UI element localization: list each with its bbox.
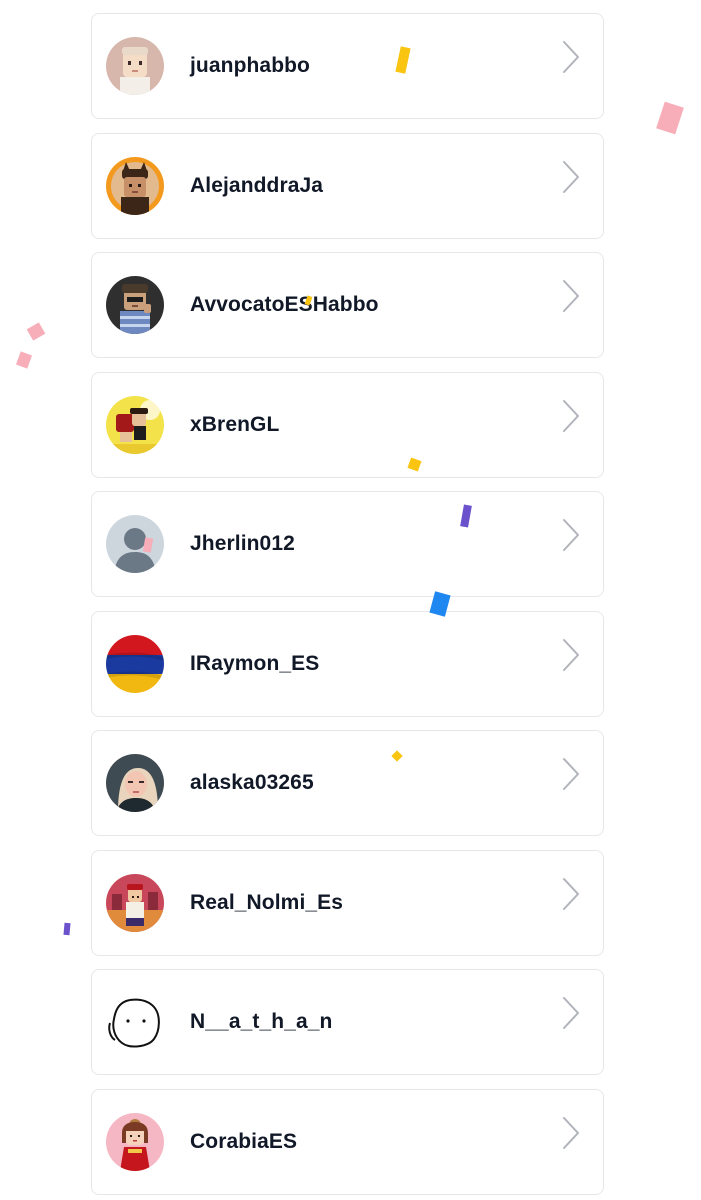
user-card[interactable]: alaska03265 <box>91 730 604 836</box>
chevron-right-icon <box>561 877 581 911</box>
avatar <box>106 873 164 932</box>
confetti-piece <box>656 101 684 135</box>
habbo-avatar-icon <box>106 873 164 932</box>
habbo-avatar-icon <box>106 37 164 95</box>
chevron-right-icon <box>561 518 581 552</box>
avatar <box>106 156 164 215</box>
avatar <box>106 515 164 573</box>
avatar <box>106 37 164 95</box>
chevron-right-icon <box>561 757 581 791</box>
username: IRaymon_ES <box>190 651 320 675</box>
confetti-piece <box>63 922 71 936</box>
chevron-right-icon <box>561 1116 581 1150</box>
habbo-avatar-icon <box>106 156 164 215</box>
habbo-avatar-icon <box>106 395 164 454</box>
habbo-avatar-icon <box>106 1112 164 1171</box>
username: AlejanddraJa <box>190 173 324 197</box>
avatar <box>106 634 164 693</box>
username: N__a_t_h_a_n <box>190 1010 333 1033</box>
username: alaska03265 <box>190 771 314 794</box>
user-card[interactable]: AlejanddraJa <box>91 132 604 239</box>
user-card[interactable]: Jherlin012 <box>91 491 604 597</box>
user-card[interactable]: xBrenGL <box>91 371 604 478</box>
username: CorabiaES <box>190 1129 298 1153</box>
chevron-right-icon <box>561 638 581 672</box>
username: Jherlin012 <box>190 532 295 555</box>
photo-avatar-icon <box>106 754 164 812</box>
user-list: juanphabbo AlejanddraJa AvvocatoESHabbo … <box>91 13 604 1200</box>
user-card[interactable]: juanphabbo <box>91 13 604 119</box>
username: juanphabbo <box>190 54 310 77</box>
chevron-right-icon <box>561 40 581 74</box>
user-card[interactable]: Real_Nolmi_Es <box>91 849 604 956</box>
page: juanphabbo AlejanddraJa AvvocatoESHabbo … <box>0 0 701 1200</box>
confetti-piece <box>26 322 46 341</box>
avatar <box>106 754 164 812</box>
habbo-avatar-icon <box>106 276 164 334</box>
chevron-right-icon <box>561 399 581 433</box>
avatar <box>106 1112 164 1171</box>
username: xBrenGL <box>190 412 280 436</box>
user-card[interactable]: IRaymon_ES <box>91 610 604 717</box>
avatar <box>106 395 164 454</box>
confetti-piece <box>15 351 33 369</box>
face-drawing-icon <box>106 993 164 1051</box>
username: AvvocatoESHabbo <box>190 293 379 316</box>
user-card[interactable]: AvvocatoESHabbo <box>91 252 604 358</box>
chevron-right-icon <box>561 160 581 194</box>
avatar <box>106 993 164 1051</box>
chevron-right-icon <box>561 279 581 313</box>
user-card[interactable]: CorabiaES <box>91 1088 604 1195</box>
avatar <box>106 276 164 334</box>
chevron-right-icon <box>561 996 581 1030</box>
default-user-icon <box>106 515 164 573</box>
username: Real_Nolmi_Es <box>190 890 344 914</box>
user-card[interactable]: N__a_t_h_a_n <box>91 969 604 1075</box>
flag-avatar-icon <box>106 634 164 693</box>
